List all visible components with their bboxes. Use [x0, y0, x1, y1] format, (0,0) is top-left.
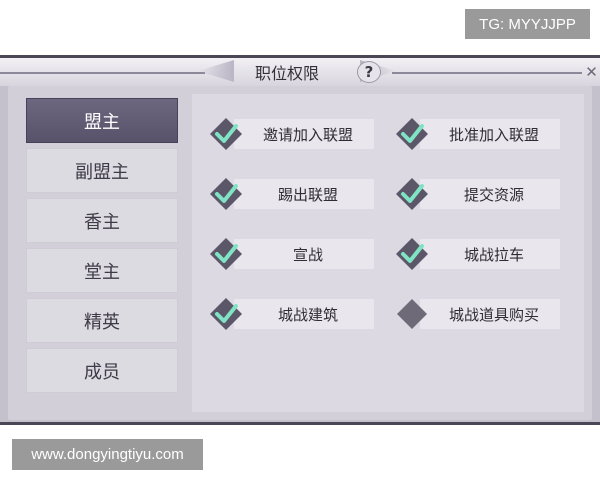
permission-city-war-building[interactable]: 城战建筑 [210, 298, 374, 330]
check-icon [210, 118, 242, 150]
permissions-dialog: 职位权限 ? ✕ 盟主 副盟主 香主 堂主 精英 成员 邀请加入联盟 批准加入联… [0, 55, 600, 425]
permission-label: 提交资源 [420, 179, 560, 209]
close-icon[interactable]: ✕ [583, 62, 600, 82]
dialog-body: 盟主 副盟主 香主 堂主 精英 成员 邀请加入联盟 批准加入联盟 踢出联盟 提交… [8, 86, 592, 420]
tab-leader[interactable]: 盟主 [26, 98, 178, 143]
permission-label: 宣战 [234, 239, 374, 269]
header-right-line [392, 72, 582, 74]
permission-declare-war[interactable]: 宣战 [210, 238, 374, 270]
tab-elite[interactable]: 精英 [26, 298, 178, 343]
dialog-title: 职位权限 [255, 64, 320, 83]
unchecked-diamond-icon [397, 299, 427, 329]
permission-kick[interactable]: 踢出联盟 [210, 178, 374, 210]
permission-label: 邀请加入联盟 [234, 119, 374, 149]
tab-incense-master[interactable]: 香主 [26, 198, 178, 243]
permission-label: 城战建筑 [234, 299, 374, 329]
permissions-panel: 邀请加入联盟 批准加入联盟 踢出联盟 提交资源 宣战 城战拉车 城战建筑 城战道… [192, 94, 584, 412]
permission-city-war-cart[interactable]: 城战拉车 [396, 238, 560, 270]
check-icon [396, 178, 428, 210]
help-icon[interactable]: ? [357, 61, 381, 83]
watermark-top: TG: MYYJJPP [465, 9, 590, 39]
permission-approve[interactable]: 批准加入联盟 [396, 118, 560, 150]
permission-label: 踢出联盟 [234, 179, 374, 209]
permission-label: 城战拉车 [420, 239, 560, 269]
permission-label: 批准加入联盟 [420, 119, 560, 149]
tab-hall-master[interactable]: 堂主 [26, 248, 178, 293]
check-icon [396, 118, 428, 150]
header-left-line [0, 72, 205, 74]
tab-vice-leader[interactable]: 副盟主 [26, 148, 178, 193]
permission-submit-resources[interactable]: 提交资源 [396, 178, 560, 210]
check-icon [210, 178, 242, 210]
watermark-bottom: www.dongyingtiyu.com [12, 439, 203, 470]
tab-member[interactable]: 成员 [26, 348, 178, 393]
dialog-header: 职位权限 ? ✕ [0, 58, 600, 86]
check-icon [396, 238, 428, 270]
header-left-ornament [198, 60, 234, 82]
permission-label: 城战道具购买 [420, 299, 560, 329]
check-icon [210, 298, 242, 330]
permission-city-war-item-purchase[interactable]: 城战道具购买 [397, 299, 560, 329]
permission-invite[interactable]: 邀请加入联盟 [210, 118, 374, 150]
check-icon [210, 238, 242, 270]
